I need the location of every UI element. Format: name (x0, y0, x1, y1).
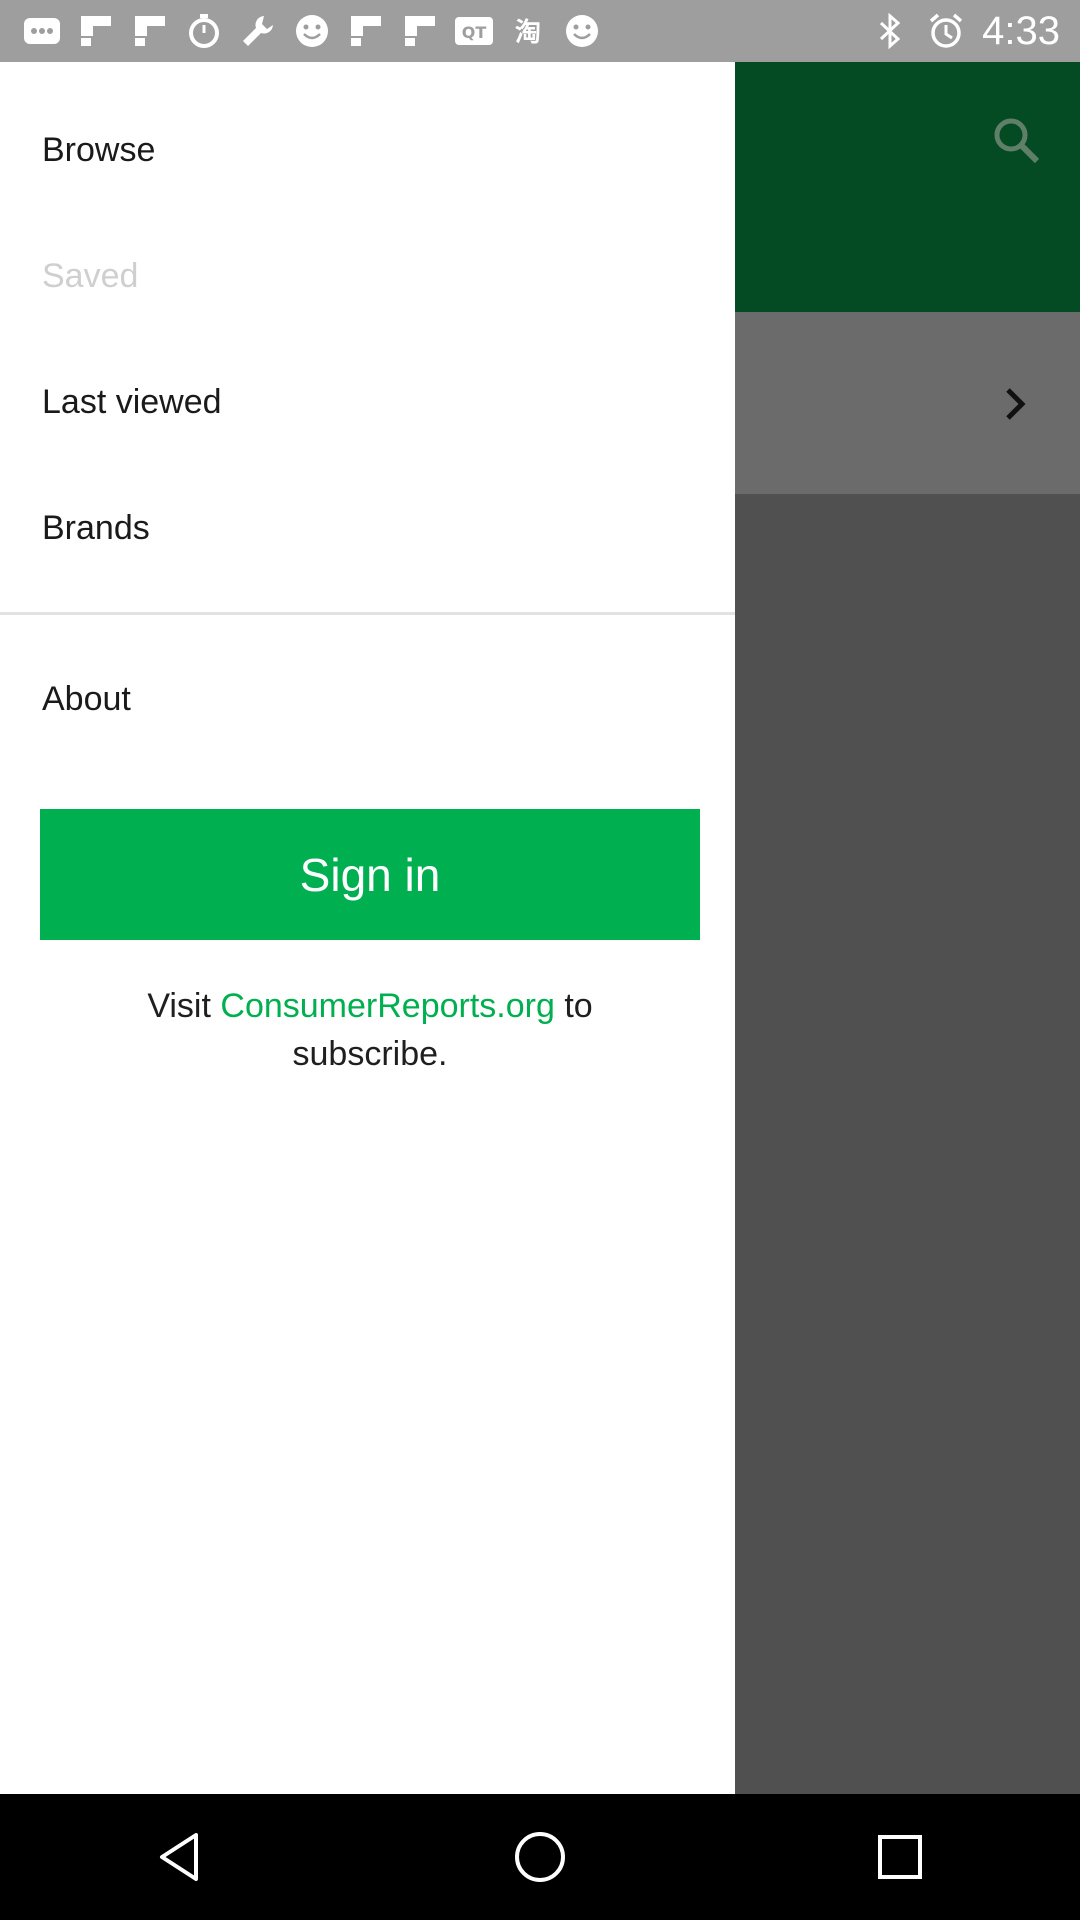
drawer-item-label: Browse (42, 130, 156, 169)
drawer-item-label: Saved (42, 256, 139, 295)
home-icon (515, 1832, 565, 1882)
clock: 4:33 (982, 8, 1060, 53)
svg-text:淘: 淘 (515, 18, 541, 48)
navigation-bar (0, 1794, 1080, 1920)
back-icon (160, 1833, 198, 1881)
drawer-item-browse[interactable]: Browse (0, 87, 735, 213)
search-button[interactable] (980, 104, 1052, 176)
drawer-item-label: Brands (42, 508, 150, 547)
alarm-icon (926, 11, 966, 51)
home-button[interactable] (495, 1812, 585, 1902)
row-chevron (996, 376, 1036, 432)
flipboard-icon (346, 11, 386, 51)
system-icons: 4:33 (870, 9, 1080, 54)
drawer-item-saved[interactable]: Saved (0, 213, 735, 339)
status-bar: QT 淘 4:33 (0, 0, 1080, 62)
recents-icon (878, 1835, 922, 1879)
flipboard-icon (400, 11, 440, 51)
smiley-icon (562, 11, 602, 51)
wrench-icon (238, 11, 278, 51)
recents-button[interactable] (855, 1812, 945, 1902)
consumer-reports-link[interactable]: ConsumerReports.org (220, 987, 554, 1025)
sign-in-button[interactable]: Sign in (40, 809, 700, 940)
subscribe-prefix: Visit (147, 987, 221, 1025)
drawer-item-brands[interactable]: Brands (0, 465, 735, 591)
subscribe-message: Visit ConsumerReports.org to subscribe. (90, 982, 650, 1078)
divider (0, 612, 735, 615)
qt-icon: QT (454, 11, 494, 51)
navigation-drawer: Browse Saved Last viewed Brands About Si… (0, 62, 735, 1794)
bluetooth-icon (870, 11, 910, 51)
flipboard-icon (76, 11, 116, 51)
drawer-item-label: Last viewed (42, 382, 222, 421)
messages-icon (22, 11, 62, 51)
back-button[interactable] (135, 1812, 225, 1902)
drawer-item-last-viewed[interactable]: Last viewed (0, 339, 735, 465)
svg-text:QT: QT (462, 23, 487, 42)
smiley-icon (292, 11, 332, 51)
search-icon (994, 118, 1040, 164)
chevron-right-icon (1006, 388, 1026, 420)
drawer-item-about[interactable]: About (0, 636, 735, 762)
stopwatch-icon (184, 11, 224, 51)
flipboard-icon (130, 11, 170, 51)
drawer-item-label: About (42, 679, 131, 718)
taobao-icon: 淘 (508, 11, 548, 51)
notification-icons: QT 淘 (0, 11, 602, 51)
